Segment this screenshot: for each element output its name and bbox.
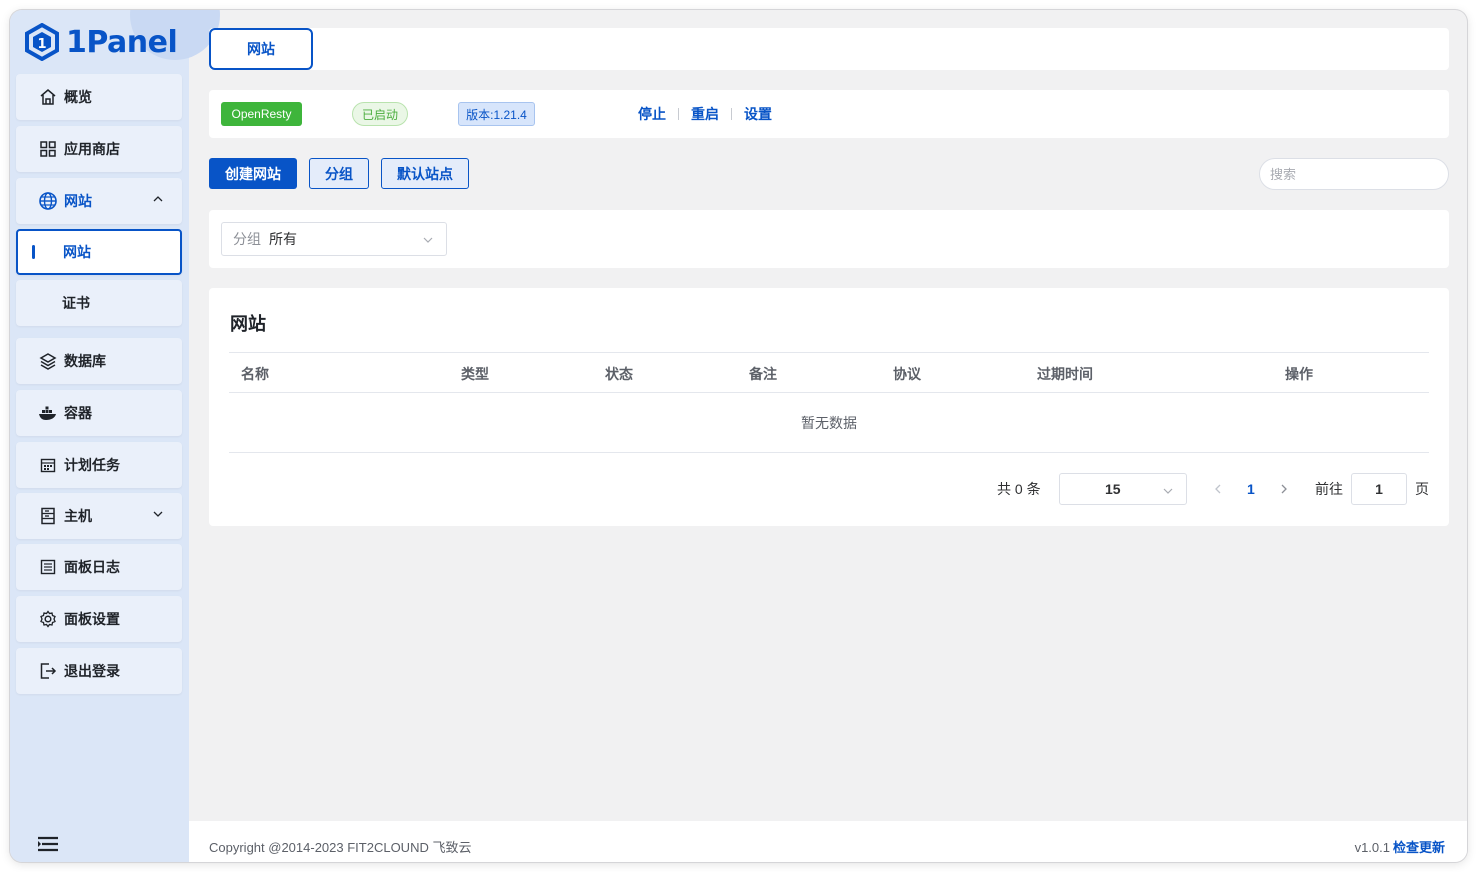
sidebar-item-logout[interactable]: 退出登录 (16, 648, 182, 694)
sidebar-item-cron[interactable]: 计划任务 (16, 442, 182, 488)
prev-page-button[interactable] (1213, 473, 1223, 505)
chevron-right-icon (1281, 484, 1287, 494)
chevron-down-icon (1163, 488, 1173, 494)
sidebar-item-label: 证书 (62, 295, 90, 311)
log-icon (38, 557, 58, 577)
chevron-left-icon (1215, 484, 1221, 494)
sidebar-item-label: 容器 (64, 405, 92, 421)
logo-text: 1Panel (66, 24, 178, 60)
sidebar-item-website[interactable]: 网站 (16, 229, 182, 275)
table-header: 名称 类型 状态 备注 协议 过期时间 操作 (229, 352, 1429, 393)
search-box[interactable] (1259, 158, 1449, 190)
sidebar-item-label: 主机 (64, 508, 92, 524)
sidebar-item-panel-settings[interactable]: 面板设置 (16, 596, 182, 642)
sidebar-item-label: 网站 (63, 244, 91, 260)
chevron-down-icon (423, 237, 433, 243)
sidebar-item-host[interactable]: 主机 (16, 493, 182, 539)
chevron-up-icon (153, 196, 163, 202)
settings-button[interactable]: 设置 (744, 104, 772, 124)
group-select-value: 所有 (269, 231, 297, 247)
app-window: 1 1Panel 概览 应用商店 网站 网站 证书 数据库 容器 计划任务 主机… (10, 10, 1467, 862)
group-button[interactable]: 分组 (309, 158, 369, 189)
sidebar-item-label: 面板日志 (64, 559, 120, 575)
sidebar-item-certificate[interactable]: 证书 (16, 280, 182, 326)
version-info: v1.0.1 检查更新 (1355, 837, 1445, 856)
sidebar: 1 1Panel 概览 应用商店 网站 网站 证书 数据库 容器 计划任务 主机… (10, 10, 220, 862)
sidebar-item-label: 数据库 (64, 353, 106, 369)
page-number[interactable]: 1 (1247, 473, 1255, 505)
page-unit-label: 页 (1415, 481, 1429, 497)
restart-button[interactable]: 重启 (691, 104, 719, 124)
table-title: 网站 (230, 314, 266, 334)
layers-icon (38, 351, 58, 371)
sidebar-item-app-store[interactable]: 应用商店 (16, 126, 182, 172)
calendar-icon (38, 455, 58, 475)
sidebar-item-label: 计划任务 (64, 457, 120, 473)
copyright-text: Copyright @2014-2023 FIT2CLOUND 飞致云 (209, 840, 472, 855)
divider (678, 108, 679, 120)
group-select-label: 分组 (233, 231, 261, 247)
default-site-button[interactable]: 默认站点 (381, 158, 469, 189)
page-size-value: 15 (1105, 481, 1121, 497)
sidebar-item-label: 应用商店 (64, 141, 120, 157)
goto-page-input[interactable]: 1 (1351, 473, 1407, 505)
stop-button[interactable]: 停止 (638, 104, 666, 124)
sidebar-item-container[interactable]: 容器 (16, 390, 182, 436)
goto-label: 前往 (1315, 481, 1343, 497)
check-update-link[interactable]: 检查更新 (1393, 840, 1445, 855)
divider (731, 108, 732, 120)
website-table-card: 网站 名称 类型 状态 备注 协议 过期时间 操作 暂无数据 共 0 条 15 … (209, 288, 1449, 526)
pagination-total: 共 0 条 (997, 481, 1041, 497)
gear-icon (38, 609, 58, 629)
tab-website[interactable]: 网站 (209, 28, 313, 70)
app-name-tag: OpenResty (221, 102, 302, 126)
column-header: 过期时间 (1037, 366, 1093, 382)
page-size-select[interactable]: 15 (1059, 473, 1187, 505)
column-header: 状态 (605, 366, 633, 382)
sidebar-item-website-group[interactable]: 网站 (16, 178, 182, 224)
logo[interactable]: 1 1Panel (24, 20, 178, 64)
sidebar-item-label: 面板设置 (64, 611, 120, 627)
column-header: 协议 (893, 366, 921, 382)
server-icon (38, 506, 58, 526)
sidebar-item-overview[interactable]: 概览 (16, 74, 182, 120)
filter-bar: 分组 所有 (209, 210, 1449, 268)
logo-icon: 1 (25, 23, 59, 61)
docker-icon (38, 403, 58, 423)
home-icon (38, 87, 58, 107)
version-tag: 版本:1.21.4 (458, 102, 535, 126)
empty-state: 暂无数据 (229, 393, 1429, 453)
grid-icon (38, 139, 58, 159)
group-select[interactable]: 分组 所有 (221, 222, 447, 256)
sidebar-item-database[interactable]: 数据库 (16, 338, 182, 384)
column-header: 操作 (1285, 366, 1313, 382)
column-header: 备注 (749, 366, 777, 382)
sidebar-item-label: 网站 (64, 193, 92, 209)
app-status-bar: OpenResty 已启动 版本:1.21.4 停止 重启 设置 (209, 90, 1449, 138)
next-page-button[interactable] (1279, 473, 1289, 505)
active-indicator (32, 245, 35, 259)
tab-bar: 网站 (209, 28, 1449, 70)
chevron-down-icon (153, 511, 163, 517)
sidebar-item-label: 退出登录 (64, 663, 120, 679)
column-header: 名称 (241, 366, 269, 382)
collapse-menu-icon[interactable] (38, 836, 58, 852)
svg-text:1: 1 (37, 37, 46, 52)
version-text: v1.0.1 (1354, 840, 1390, 855)
column-header: 类型 (461, 366, 489, 382)
sidebar-item-label: 概览 (64, 89, 92, 105)
footer: Copyright @2014-2023 FIT2CLOUND 飞致云 v1.0… (189, 821, 1467, 862)
app-actions: 停止 重启 设置 (638, 104, 772, 124)
search-input[interactable] (1270, 166, 1446, 182)
create-website-button[interactable]: 创建网站 (209, 158, 297, 189)
sidebar-item-panel-log[interactable]: 面板日志 (16, 544, 182, 590)
logout-icon (38, 661, 58, 681)
main-content: 网站 OpenResty 已启动 版本:1.21.4 停止 重启 设置 创建网站… (189, 10, 1467, 862)
status-badge: 已启动 (352, 102, 408, 126)
globe-icon (38, 191, 58, 211)
